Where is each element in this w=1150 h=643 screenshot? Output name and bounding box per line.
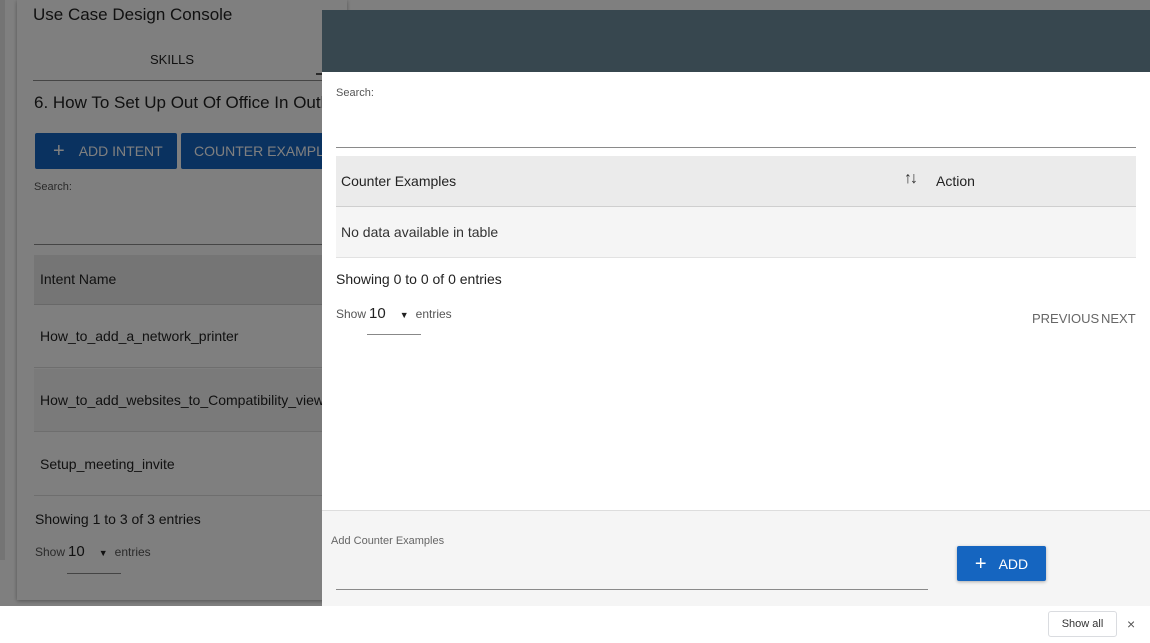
show-label: Show (336, 307, 367, 321)
counter-examples-column[interactable]: Counter Examples (341, 173, 456, 189)
counter-table-header: Counter Examples ↑↓ Action (336, 156, 1136, 207)
entries-label: entries (415, 307, 452, 321)
counter-table-info: Showing 0 to 0 of 0 entries (336, 271, 502, 287)
empty-table-row: No data available in table (336, 207, 1136, 258)
add-counter-examples-input[interactable] (336, 555, 928, 590)
add-counter-examples-label: Add Counter Examples (331, 535, 445, 547)
show-all-button[interactable]: Show all (1048, 611, 1117, 637)
add-button[interactable]: + ADD (957, 546, 1046, 581)
plus-icon: + (974, 552, 987, 575)
counter-search-input[interactable] (336, 105, 1136, 148)
download-bar: Show all × (0, 606, 1150, 643)
page-length-underline (367, 334, 421, 335)
sort-icon[interactable]: ↑↓ (904, 170, 918, 188)
counter-examples-modal: Search: Counter Examples ↑↓ Action No da… (322, 10, 1150, 607)
previous-button[interactable]: PREVIOUS (1032, 311, 1099, 326)
empty-message: No data available in table (341, 224, 499, 240)
caret-down-icon[interactable]: ▼ (400, 310, 409, 320)
close-icon[interactable]: × (1127, 616, 1135, 632)
action-column: Action (936, 173, 975, 189)
modal-header (322, 10, 1150, 72)
next-button[interactable]: NEXT (1101, 311, 1136, 326)
counter-page-length: Show 10 ▼ entries (336, 305, 452, 322)
counter-search-label: Search: (336, 87, 374, 99)
modal-footer: Add Counter Examples + ADD (322, 510, 1150, 607)
page-length-select[interactable]: 10 (369, 305, 386, 322)
add-button-label: ADD (998, 555, 1029, 572)
